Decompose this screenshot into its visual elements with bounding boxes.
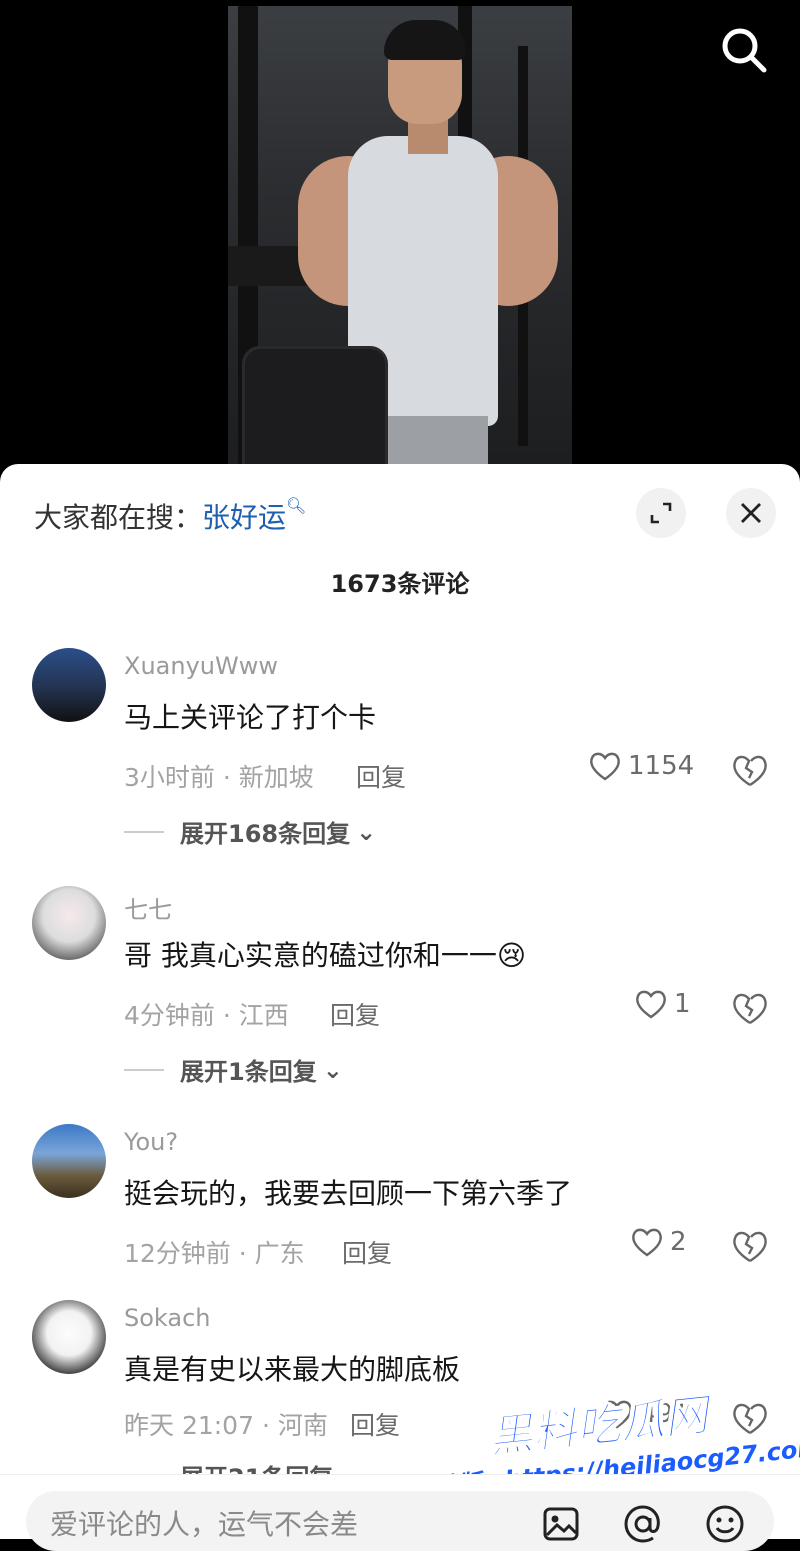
- trending-search[interactable]: 大家都在搜：张好运🔍︎: [34, 496, 306, 536]
- avatar[interactable]: [32, 1300, 106, 1374]
- comments-sheet: 大家都在搜：张好运🔍︎ 1673条评论 XuanyuWww 马上关评论了打个卡 …: [0, 464, 800, 1538]
- comment-text-body: 哥 我真心实意的磕过你和一一: [124, 939, 497, 972]
- comment-time-location: 昨天 21:07 · 河南: [124, 1411, 328, 1440]
- video-player[interactable]: [0, 0, 800, 470]
- close-icon: [741, 503, 761, 523]
- comment-text: 真是有史以来最大的脚底板: [124, 1353, 461, 1386]
- avatar[interactable]: [32, 886, 106, 960]
- comment-input-placeholder: 爱评论的人，运气不会差: [50, 1508, 359, 1541]
- comment-username[interactable]: XuanyuWww: [124, 652, 278, 680]
- divider-line: [124, 1068, 164, 1071]
- heart-icon: [632, 1228, 662, 1257]
- comment-time-location: 12分钟前 · 广东: [124, 1239, 305, 1268]
- like-button[interactable]: 2: [630, 1226, 687, 1258]
- avatar[interactable]: [32, 648, 106, 722]
- like-button[interactable]: 1154: [588, 750, 694, 782]
- reply-button[interactable]: 回复: [342, 1234, 392, 1270]
- like-button[interactable]: 1: [634, 988, 691, 1020]
- broken-heart-icon: [733, 993, 767, 1025]
- reply-button[interactable]: 回复: [356, 758, 406, 794]
- crying-emoji: 😢: [496, 939, 527, 972]
- expand-replies[interactable]: 展开168条回复 ⌄: [124, 814, 376, 849]
- chair: [242, 346, 388, 464]
- comment-username[interactable]: You?: [124, 1128, 178, 1156]
- dislike-button[interactable]: [730, 988, 770, 1028]
- divider-line: [124, 830, 164, 833]
- comment-text: 哥 我真心实意的磕过你和一一😢: [124, 934, 526, 974]
- person-hair: [384, 20, 466, 60]
- expand-sheet-button[interactable]: [636, 488, 686, 538]
- comment-input-bar: 爱评论的人，运气不会差: [0, 1474, 800, 1551]
- at-icon: [624, 1505, 660, 1543]
- search-button[interactable]: [718, 24, 770, 76]
- close-button[interactable]: [726, 488, 776, 538]
- video-frame: [228, 6, 572, 464]
- comment-time-location: 4分钟前 · 江西: [124, 1001, 289, 1030]
- comment-input[interactable]: 爱评论的人，运气不会差: [26, 1491, 774, 1551]
- avatar[interactable]: [32, 1124, 106, 1198]
- comment-username[interactable]: Sokach: [124, 1304, 211, 1332]
- comment-text: 马上关评论了打个卡: [124, 701, 377, 734]
- like-count: 2: [670, 1227, 687, 1257]
- trending-prefix: 大家都在搜：: [34, 501, 203, 534]
- emoji-button[interactable]: [704, 1503, 746, 1545]
- search-small-icon: 🔍︎: [286, 496, 307, 515]
- image-button[interactable]: [540, 1503, 582, 1545]
- heart-icon: [590, 752, 620, 781]
- person-pants: [378, 416, 488, 464]
- trending-keyword[interactable]: 张好运: [202, 501, 286, 534]
- dislike-button[interactable]: [730, 1226, 770, 1266]
- search-icon: [722, 28, 767, 73]
- mention-button[interactable]: [622, 1503, 664, 1545]
- comment-count: 1673条评论: [330, 570, 470, 598]
- like-count: 1: [674, 989, 691, 1019]
- chevron-down-icon: ⌄: [356, 817, 377, 846]
- comment-username[interactable]: 七七: [124, 890, 172, 925]
- dislike-button[interactable]: [730, 750, 770, 790]
- broken-heart-icon: [733, 1231, 767, 1263]
- reply-button[interactable]: 回复: [330, 996, 380, 1032]
- expand-replies-label: 展开1条回复: [180, 1058, 317, 1086]
- expand-replies[interactable]: 展开1条回复 ⌄: [124, 1052, 343, 1087]
- broken-heart-icon: [733, 755, 767, 787]
- heart-icon: [636, 990, 666, 1019]
- like-count: 1154: [628, 751, 695, 781]
- expand-replies-label: 展开168条回复: [180, 820, 351, 848]
- comment-time-location: 3小时前 · 新加坡: [124, 763, 314, 792]
- comment-text: 挺会玩的，我要去回顾一下第六季了: [124, 1177, 573, 1210]
- chevron-down-icon: ⌄: [322, 1055, 343, 1084]
- expand-icon: [650, 502, 672, 524]
- smile-icon: [706, 1505, 744, 1543]
- image-icon: [543, 1507, 579, 1541]
